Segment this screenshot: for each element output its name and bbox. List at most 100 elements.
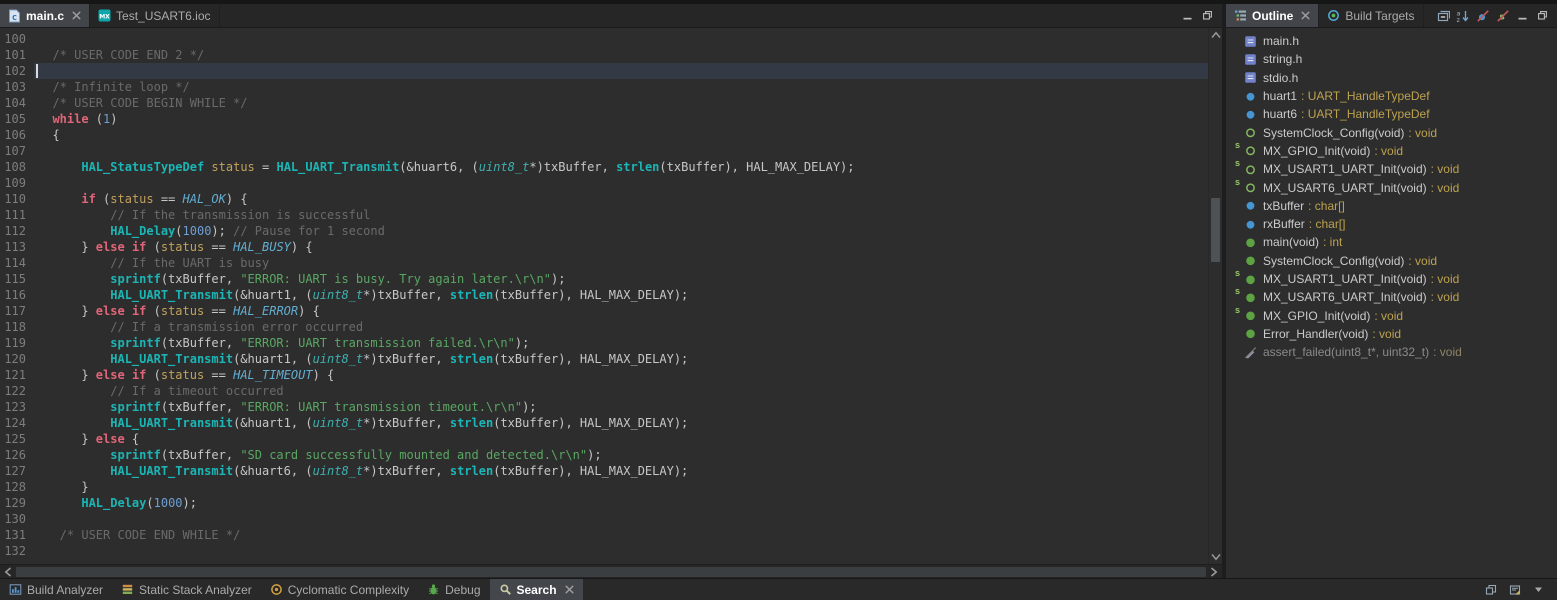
code-line-text[interactable]: /* USER CODE END 2 */	[34, 47, 1208, 63]
code-line-text[interactable]: sprintf(txBuffer, "SD card successfully …	[34, 447, 1208, 463]
bottom-tab-build-analyzer[interactable]: Build Analyzer	[0, 579, 112, 600]
code-line[interactable]: 119 sprintf(txBuffer, "ERROR: UART trans…	[0, 335, 1208, 351]
code-line-text[interactable]	[34, 511, 1208, 527]
scroll-right-icon[interactable]	[1207, 565, 1221, 578]
code-line[interactable]: 124 HAL_UART_Transmit(&huart1, (uint8_t*…	[0, 415, 1208, 431]
code-line[interactable]: 102	[0, 63, 1208, 79]
code-editor[interactable]: 100 101 /* USER CODE END 2 */102 103 /* In…	[0, 28, 1222, 564]
code-line-text[interactable]	[34, 543, 1208, 559]
line-number[interactable]: 121	[0, 367, 34, 383]
line-number[interactable]: 110	[0, 191, 34, 207]
code-line-text[interactable]: sprintf(txBuffer, "ERROR: UART transmiss…	[34, 399, 1208, 415]
outline-item-huart6[interactable]: huart6: UART_HandleTypeDef	[1226, 105, 1557, 123]
line-number[interactable]: 123	[0, 399, 34, 415]
view-tab-outline[interactable]: Outline	[1226, 4, 1320, 27]
outline-item-stdio-h[interactable]: stdio.h	[1226, 69, 1557, 87]
scroll-up-icon[interactable]	[1209, 29, 1222, 41]
code-line-text[interactable]: while (1)	[34, 111, 1208, 127]
code-line[interactable]: 128 }	[0, 479, 1208, 495]
line-number[interactable]: 100	[0, 31, 34, 47]
code-line[interactable]: 107	[0, 143, 1208, 159]
code-line-text[interactable]: HAL_UART_Transmit(&huart6, (uint8_t*)txB…	[34, 463, 1208, 479]
line-number[interactable]: 113	[0, 239, 34, 255]
code-line[interactable]: 131 /* USER CODE END WHILE */	[0, 527, 1208, 543]
outline-item-main-void[interactable]: main(void): int	[1226, 233, 1557, 251]
code-line[interactable]: 114 // If the UART is busy	[0, 255, 1208, 271]
line-number[interactable]: 103	[0, 79, 34, 95]
line-number[interactable]: 127	[0, 463, 34, 479]
outline-item-main-h[interactable]: main.h	[1226, 32, 1557, 50]
line-number[interactable]: 119	[0, 335, 34, 351]
bottom-tab-static-stack-analyzer[interactable]: Static Stack Analyzer	[112, 579, 261, 600]
code-line[interactable]: 101 /* USER CODE END 2 */	[0, 47, 1208, 63]
pin-editor-icon[interactable]	[1506, 582, 1523, 598]
minimize-icon[interactable]	[1514, 8, 1531, 24]
code-line[interactable]: 127 HAL_UART_Transmit(&huart6, (uint8_t*…	[0, 463, 1208, 479]
line-number[interactable]: 131	[0, 527, 34, 543]
restore-icon[interactable]	[1534, 8, 1551, 24]
code-line-text[interactable]	[34, 63, 1208, 79]
horizontal-scrollbar-thumb[interactable]	[16, 567, 1206, 577]
line-number[interactable]: 111	[0, 207, 34, 223]
outline-item-mx-gpio-init-void[interactable]: s MX_GPIO_Init(void): void	[1226, 140, 1557, 160]
code-line-text[interactable]: }	[34, 479, 1208, 495]
code-line-text[interactable]	[34, 31, 1208, 47]
line-number[interactable]: 125	[0, 431, 34, 447]
code-line-text[interactable]	[34, 175, 1208, 191]
code-line[interactable]: 123 sprintf(txBuffer, "ERROR: UART trans…	[0, 399, 1208, 415]
code-line[interactable]: 125 } else {	[0, 431, 1208, 447]
close-icon[interactable]	[565, 585, 574, 594]
code-line-text[interactable]: HAL_Delay(1000); // Pause for 1 second	[34, 223, 1208, 239]
editor-tab-main-c[interactable]: c main.c	[0, 4, 91, 27]
line-number[interactable]: 104	[0, 95, 34, 111]
code-line-text[interactable]: /* USER CODE BEGIN WHILE */	[34, 95, 1208, 111]
view-tab-build-targets[interactable]: Build Targets	[1319, 4, 1424, 27]
line-number[interactable]: 129	[0, 495, 34, 511]
line-number[interactable]: 107	[0, 143, 34, 159]
outline-item-assert-failed-uint8-t-uint32-t[interactable]: assert_failed(uint8_t*, uint32_t): void	[1226, 343, 1557, 361]
line-number[interactable]: 128	[0, 479, 34, 495]
code-line[interactable]: 126 sprintf(txBuffer, "SD card successfu…	[0, 447, 1208, 463]
line-number[interactable]: 115	[0, 271, 34, 287]
line-number[interactable]: 105	[0, 111, 34, 127]
outline-item-mx-usart6-uart-init-void[interactable]: s MX_USART6_UART_Init(void): void	[1226, 177, 1557, 196]
code-line[interactable]: 117 } else if (status == HAL_ERROR) {	[0, 303, 1208, 319]
code-line[interactable]: 111 // If the transmission is successful	[0, 207, 1208, 223]
line-number[interactable]: 109	[0, 175, 34, 191]
code-line-text[interactable]: // If a transmission error occurred	[34, 319, 1208, 335]
code-line-text[interactable]: sprintf(txBuffer, "ERROR: UART transmiss…	[34, 335, 1208, 351]
code-line-text[interactable]: } else {	[34, 431, 1208, 447]
code-line[interactable]: 130	[0, 511, 1208, 527]
sort-icon[interactable]: az	[1454, 8, 1471, 24]
hide-fields-icon[interactable]	[1474, 8, 1491, 24]
restore-view-icon[interactable]	[1482, 582, 1499, 598]
scroll-left-icon[interactable]	[1, 565, 15, 578]
code-line[interactable]: 100	[0, 31, 1208, 47]
code-line-text[interactable]: /* Infinite loop */	[34, 79, 1208, 95]
bottom-tab-cyclomatic-complexity[interactable]: Cyclomatic Complexity	[261, 579, 418, 600]
code-line-text[interactable]: // If a timeout occurred	[34, 383, 1208, 399]
code-line[interactable]: 121 } else if (status == HAL_TIMEOUT) {	[0, 367, 1208, 383]
line-number[interactable]: 118	[0, 319, 34, 335]
code-line[interactable]: 132	[0, 543, 1208, 559]
minimize-icon[interactable]	[1179, 8, 1196, 24]
outline-item-string-h[interactable]: string.h	[1226, 50, 1557, 68]
code-line[interactable]: 106 {	[0, 127, 1208, 143]
line-number[interactable]: 108	[0, 159, 34, 175]
code-line[interactable]: 109	[0, 175, 1208, 191]
code-pane[interactable]: 100 101 /* USER CODE END 2 */102 103 /* In…	[0, 28, 1208, 564]
code-line[interactable]: 122 // If a timeout occurred	[0, 383, 1208, 399]
line-number[interactable]: 117	[0, 303, 34, 319]
bottom-tab-debug[interactable]: Debug	[418, 579, 489, 600]
vertical-scrollbar-thumb[interactable]	[1211, 198, 1220, 262]
line-number[interactable]: 101	[0, 47, 34, 63]
close-icon[interactable]	[1301, 11, 1310, 20]
restore-icon[interactable]	[1199, 8, 1216, 24]
vertical-scrollbar[interactable]	[1208, 28, 1222, 564]
outline-item-systemclock-config-void[interactable]: SystemClock_Config(void): void	[1226, 252, 1557, 270]
outline-item-txbuffer[interactable]: txBuffer: char[]	[1226, 197, 1557, 215]
outline-item-mx-usart1-uart-init-void[interactable]: s MX_USART1_UART_Init(void): void	[1226, 268, 1557, 288]
code-line-text[interactable]: sprintf(txBuffer, "ERROR: UART is busy. …	[34, 271, 1208, 287]
line-number[interactable]: 122	[0, 383, 34, 399]
code-line-text[interactable]: {	[34, 127, 1208, 143]
